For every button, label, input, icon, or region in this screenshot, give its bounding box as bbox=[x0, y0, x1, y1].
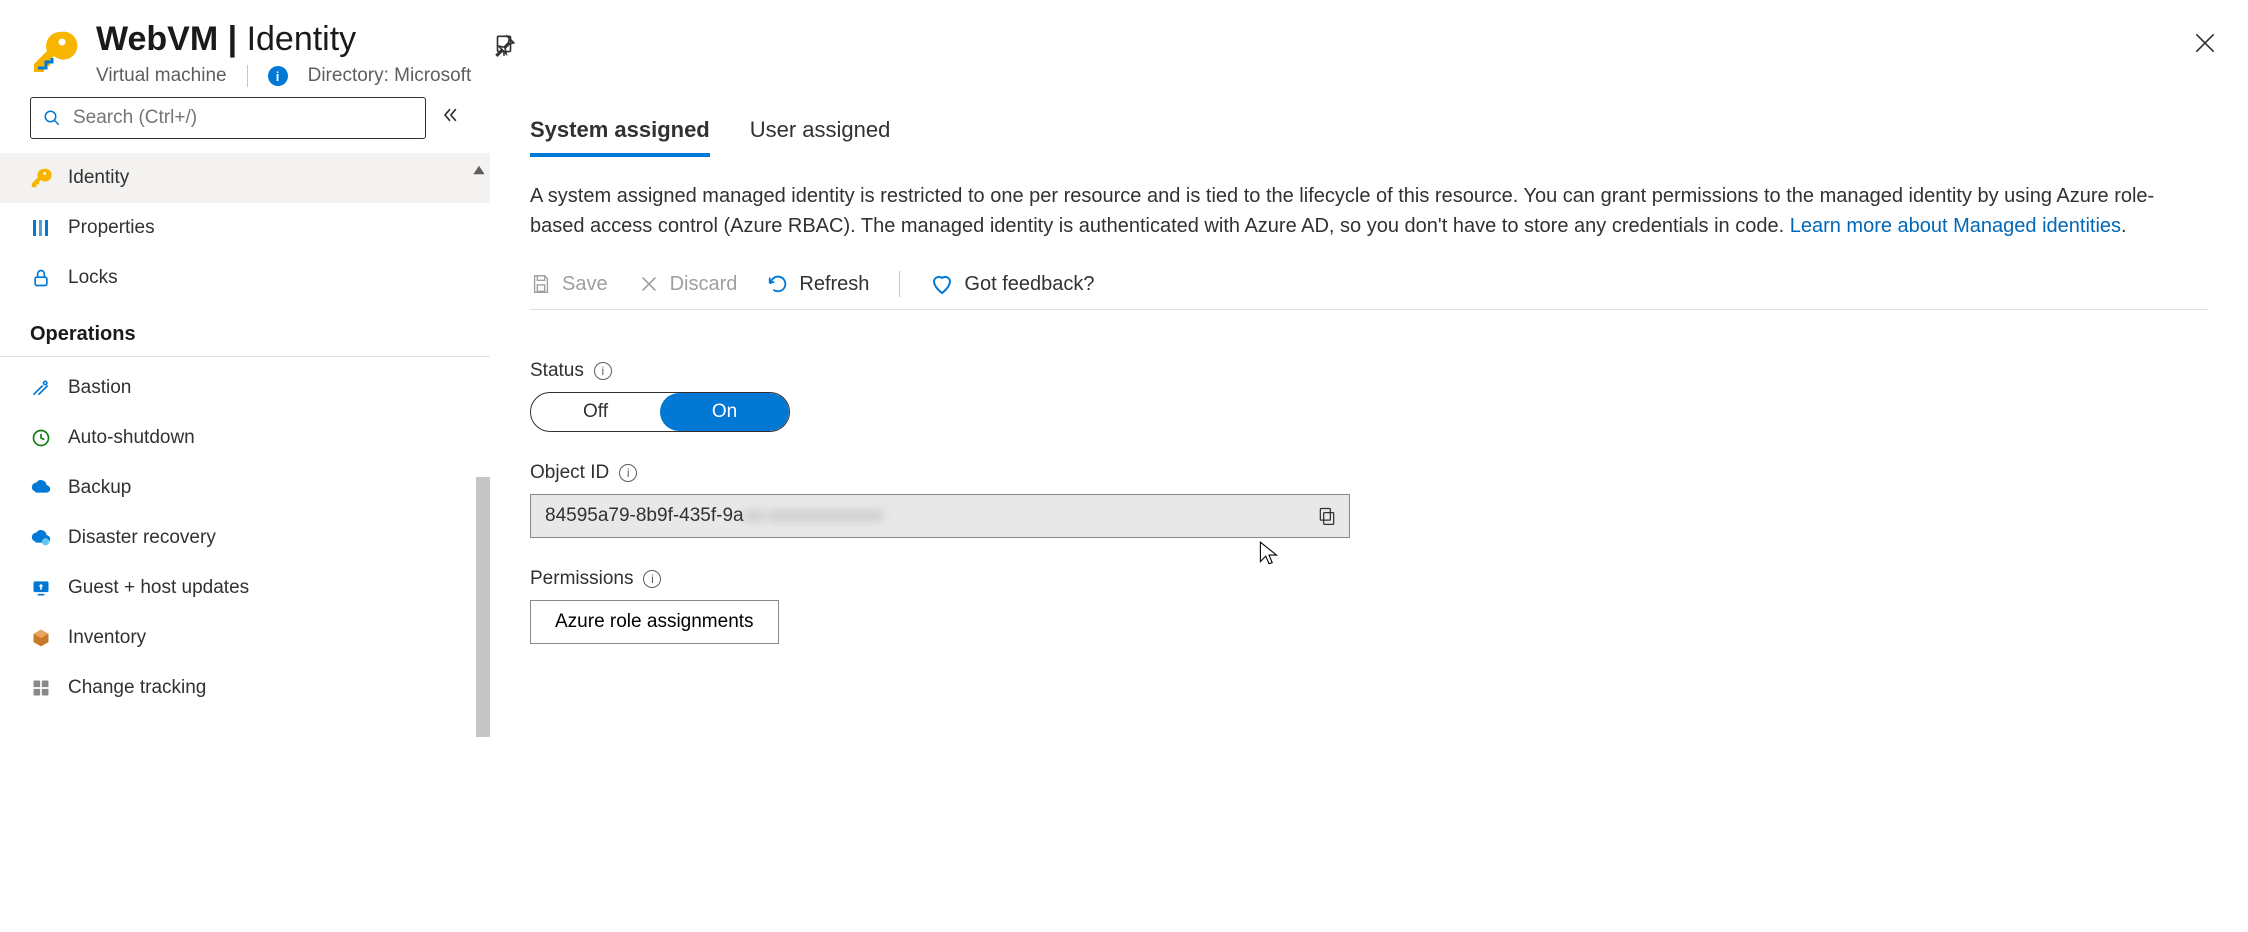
sidebar-section-operations: Operations bbox=[0, 303, 490, 357]
heart-icon bbox=[930, 272, 954, 296]
azure-role-assignments-button[interactable]: Azure role assignments bbox=[530, 600, 779, 644]
sidebar-item-label: Disaster recovery bbox=[68, 527, 216, 549]
sidebar-item-label: Locks bbox=[68, 267, 118, 289]
objectid-label: Object ID bbox=[530, 462, 609, 484]
info-icon[interactable]: i bbox=[594, 362, 612, 380]
sidebar-item-label: Auto-shutdown bbox=[68, 427, 195, 449]
refresh-button[interactable]: Refresh bbox=[767, 273, 869, 296]
sidebar-item-label: Change tracking bbox=[68, 677, 206, 699]
sidebar-item-label: Backup bbox=[68, 477, 131, 499]
info-icon[interactable]: i bbox=[268, 66, 288, 86]
copy-icon[interactable] bbox=[1305, 506, 1349, 526]
updates-icon bbox=[30, 577, 52, 599]
status-label: Status bbox=[530, 360, 584, 382]
objectid-value-visible: 84595a79-8b9f-435f-9a bbox=[545, 505, 744, 526]
sidebar-item-label: Identity bbox=[68, 167, 129, 189]
tracking-icon bbox=[30, 677, 52, 699]
save-icon bbox=[530, 273, 552, 295]
toggle-off[interactable]: Off bbox=[531, 393, 660, 431]
sidebar-item-locks[interactable]: Locks bbox=[0, 253, 490, 303]
key-resource-icon bbox=[30, 28, 78, 76]
tab-system-assigned[interactable]: System assigned bbox=[530, 117, 710, 157]
sidebar-item-label: Properties bbox=[68, 217, 155, 239]
sidebar-item-backup[interactable]: Backup bbox=[0, 463, 490, 513]
bastion-icon bbox=[30, 377, 52, 399]
info-icon[interactable]: i bbox=[619, 464, 637, 482]
separator bbox=[247, 65, 248, 87]
feedback-button[interactable]: Got feedback? bbox=[930, 272, 1094, 296]
permissions-label: Permissions bbox=[530, 568, 633, 590]
pin-icon[interactable] bbox=[491, 32, 517, 64]
key-icon bbox=[30, 167, 52, 189]
box-icon bbox=[30, 627, 52, 649]
status-toggle[interactable]: Off On bbox=[530, 392, 790, 432]
description-text: A system assigned managed identity is re… bbox=[530, 181, 2208, 241]
discard-button: Discard bbox=[638, 273, 738, 296]
sidebar-item-inventory[interactable]: Inventory bbox=[0, 613, 490, 663]
page-title: WebVM | Identity bbox=[96, 20, 471, 59]
search-icon bbox=[43, 109, 61, 127]
scroll-up-arrow-icon[interactable] bbox=[472, 161, 486, 183]
cloud-dr-icon bbox=[30, 527, 52, 549]
learn-more-link[interactable]: Learn more about Managed identities bbox=[1790, 215, 2121, 237]
properties-icon bbox=[30, 217, 52, 239]
sidebar-item-updates[interactable]: Guest + host updates bbox=[0, 563, 490, 613]
close-icon[interactable] bbox=[2192, 30, 2218, 62]
sidebar-item-label: Inventory bbox=[68, 627, 146, 649]
save-button: Save bbox=[530, 273, 608, 296]
sidebar-item-label: Guest + host updates bbox=[68, 577, 249, 599]
sidebar-item-auto-shutdown[interactable]: Auto-shutdown bbox=[0, 413, 490, 463]
scrollbar-thumb[interactable] bbox=[476, 477, 490, 737]
toggle-on[interactable]: On bbox=[660, 393, 789, 431]
search-input[interactable] bbox=[71, 106, 413, 130]
clock-icon bbox=[30, 427, 52, 449]
objectid-value-hidden: xx-xxxxxxxxxxxx bbox=[744, 505, 883, 526]
info-icon[interactable]: i bbox=[643, 570, 661, 588]
x-icon bbox=[638, 273, 660, 295]
objectid-field: 84595a79-8b9f-435f-9axx-xxxxxxxxxxxx bbox=[530, 494, 1350, 538]
collapse-nav-icon[interactable] bbox=[440, 105, 460, 131]
refresh-icon bbox=[767, 273, 789, 295]
sidebar-item-change-tracking[interactable]: Change tracking bbox=[0, 663, 490, 713]
sidebar-item-bastion[interactable]: Bastion bbox=[0, 363, 490, 413]
sidebar-item-label: Bastion bbox=[68, 377, 131, 399]
sidebar-item-identity[interactable]: Identity bbox=[0, 153, 490, 203]
sidebar-item-properties[interactable]: Properties bbox=[0, 203, 490, 253]
tab-user-assigned[interactable]: User assigned bbox=[750, 117, 891, 157]
nav-search-box[interactable] bbox=[30, 97, 426, 139]
directory-label: Directory: Microsoft bbox=[308, 65, 472, 87]
separator bbox=[899, 271, 900, 297]
resource-type-label: Virtual machine bbox=[96, 65, 227, 87]
lock-icon bbox=[30, 267, 52, 289]
cloud-backup-icon bbox=[30, 477, 52, 499]
sidebar-item-disaster-recovery[interactable]: Disaster recovery bbox=[0, 513, 490, 563]
cursor-icon bbox=[1258, 540, 1280, 574]
